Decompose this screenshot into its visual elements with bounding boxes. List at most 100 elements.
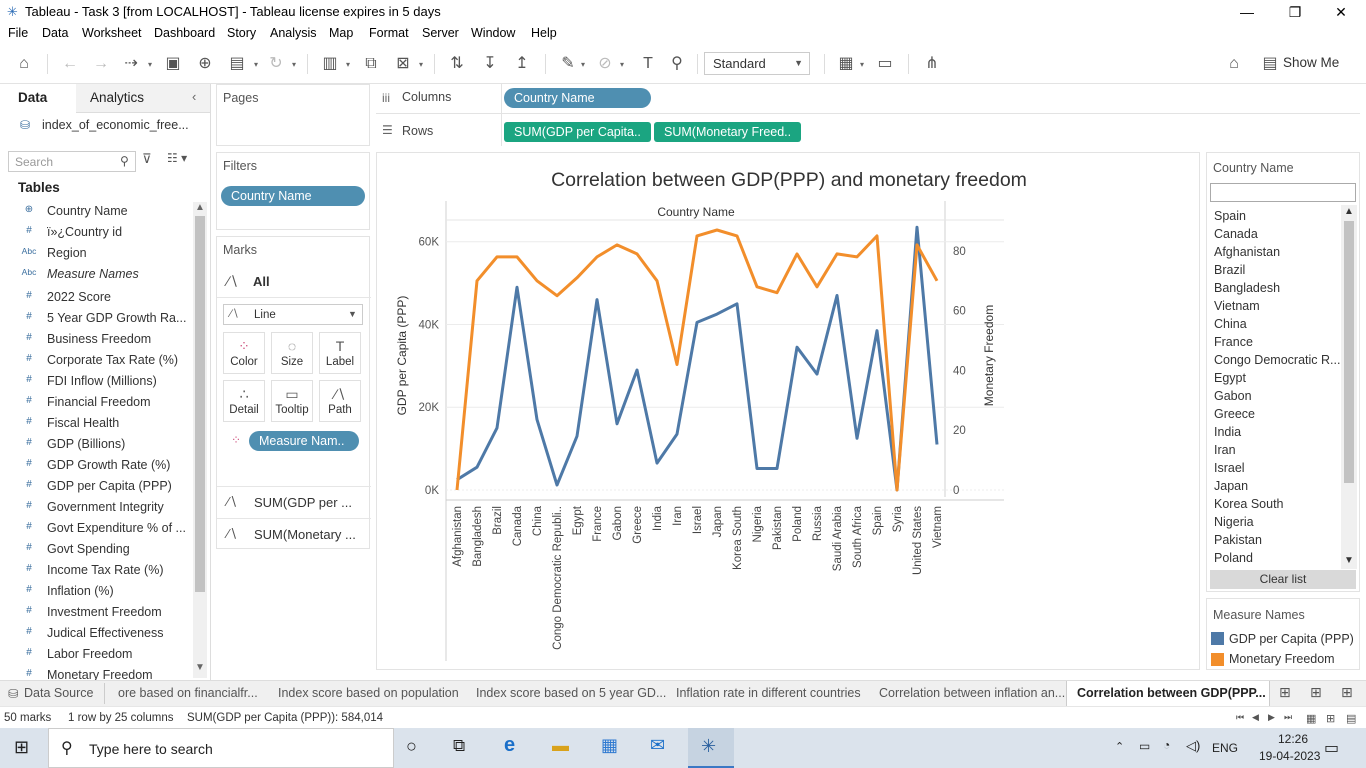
- country-list-item[interactable]: Afghanistan: [1214, 245, 1280, 259]
- pages-card[interactable]: Pages: [216, 84, 370, 146]
- home-icon[interactable]: ⌂: [12, 53, 36, 75]
- country-list-item[interactable]: Vietnam: [1214, 299, 1260, 313]
- filters-card[interactable]: Filters Country Name: [216, 152, 370, 230]
- new-story-tab-icon[interactable]: ⊞: [1341, 684, 1353, 701]
- menu-file[interactable]: File: [8, 26, 28, 40]
- marks-card-monetary[interactable]: SUM(Monetary ...: [254, 527, 356, 542]
- detail-button[interactable]: ∴ Detail: [223, 380, 265, 422]
- rows-shelf[interactable]: ☰ Rows SUM(GDP per Capita.. SUM(Monetary…: [376, 114, 1360, 146]
- sort-ascending-icon[interactable]: ↧: [478, 53, 502, 75]
- field-item[interactable]: # Govt Spending: [0, 539, 190, 560]
- field-item[interactable]: #2022 Score: [0, 287, 190, 308]
- field-item[interactable]: Abc Region: [0, 243, 190, 264]
- collapse-pane-icon[interactable]: ‹: [192, 89, 196, 104]
- highlight-dropdown-icon[interactable]: ▾: [581, 60, 589, 69]
- country-filter-search[interactable]: [1210, 183, 1356, 202]
- sheet-tab[interactable]: Index score based on population: [278, 686, 459, 700]
- fix-axes-icon[interactable]: ⚲: [665, 53, 689, 75]
- sheet-tab[interactable]: ore based on financialfr...: [118, 686, 258, 700]
- show-cards-dropdown-icon[interactable]: ▾: [860, 60, 868, 69]
- field-item[interactable]: # FDI Inflow (Millions): [0, 371, 190, 392]
- tooltip-button[interactable]: ▭ Tooltip: [271, 380, 313, 422]
- field-item[interactable]: # Income Tax Rate (%): [0, 560, 190, 581]
- datasource-name[interactable]: index_of_economic_free...: [42, 118, 189, 132]
- mail-icon[interactable]: ✉: [650, 735, 665, 756]
- columns-shelf[interactable]: iii Columns Country Name: [376, 84, 1360, 114]
- color-pill-measure-names[interactable]: Measure Nam..: [249, 431, 359, 451]
- field-item[interactable]: # GDP per Capita (PPP): [0, 476, 190, 497]
- view-list-icon[interactable]: ☷ ▾: [167, 151, 187, 165]
- undo-icon[interactable]: ←: [58, 53, 82, 75]
- redo-icon[interactable]: →: [89, 53, 113, 75]
- sheet-tab[interactable]: Index score based on 5 year GD...: [476, 686, 666, 700]
- data-source-tab[interactable]: Data Source: [24, 686, 93, 700]
- rows-pill-gdp[interactable]: SUM(GDP per Capita..: [504, 122, 651, 142]
- show-tabs-icon[interactable]: ▦: [1306, 712, 1316, 725]
- country-list-item[interactable]: Egypt: [1214, 371, 1246, 385]
- close-button[interactable]: ✕: [1318, 2, 1364, 22]
- country-list-item[interactable]: Korea South: [1214, 497, 1284, 511]
- volume-icon[interactable]: ◁): [1186, 738, 1200, 754]
- show-labels-icon[interactable]: T: [636, 53, 660, 75]
- field-item[interactable]: # GDP Growth Rate (%): [0, 455, 190, 476]
- store-icon[interactable]: ▦: [601, 735, 618, 756]
- field-item[interactable]: # Investment Freedom: [0, 602, 190, 623]
- country-list-item[interactable]: France: [1214, 335, 1253, 349]
- tableau-taskbar-button[interactable]: ✳: [688, 728, 734, 768]
- field-item[interactable]: # Inflation (%): [0, 581, 190, 602]
- menu-format[interactable]: Format: [369, 26, 409, 40]
- save-icon[interactable]: ▣: [161, 53, 185, 75]
- country-list-item[interactable]: Japan: [1214, 479, 1248, 493]
- country-list-item[interactable]: Iran: [1214, 443, 1236, 457]
- field-item[interactable]: # Government Integrity: [0, 497, 190, 518]
- tabs-list-icon[interactable]: ▤: [1346, 712, 1356, 725]
- duplicate-sheet-icon[interactable]: ⧉: [359, 53, 383, 75]
- fields-scrollbar[interactable]: ▲ ▼: [193, 202, 207, 678]
- country-list-item[interactable]: Nigeria: [1214, 515, 1254, 529]
- legend-item-monetary[interactable]: Monetary Freedom: [1229, 652, 1335, 666]
- menu-data[interactable]: Data: [42, 26, 68, 40]
- task-view-icon[interactable]: ⧉: [453, 736, 465, 756]
- show-me-icon[interactable]: ▤: [1258, 53, 1282, 75]
- menu-window[interactable]: Window: [471, 26, 515, 40]
- nav-next-icon[interactable]: ▶: [1268, 712, 1275, 723]
- field-item[interactable]: # Fiscal Health: [0, 413, 190, 434]
- columns-pill-country-name[interactable]: Country Name: [504, 88, 651, 108]
- field-item[interactable]: # GDP (Billions): [0, 434, 190, 455]
- tab-data[interactable]: Data: [0, 84, 76, 113]
- new-dashboard-tab-icon[interactable]: ⊞: [1310, 684, 1322, 701]
- show-cards-icon[interactable]: ▦: [834, 53, 858, 75]
- menu-story[interactable]: Story: [227, 26, 256, 40]
- format-painter-icon[interactable]: ⌂: [1222, 53, 1246, 75]
- field-item[interactable]: # Corporate Tax Rate (%): [0, 350, 190, 371]
- new-worksheet-dropdown-icon[interactable]: ▾: [346, 60, 354, 69]
- fit-select[interactable]: Standard ▼: [704, 52, 810, 75]
- menu-map[interactable]: Map: [329, 26, 353, 40]
- nav-first-icon[interactable]: ⏮: [1236, 712, 1244, 723]
- label-button[interactable]: T Label: [319, 332, 361, 374]
- show-me-button[interactable]: Show Me: [1283, 55, 1339, 70]
- menu-analysis[interactable]: Analysis: [270, 26, 317, 40]
- group-dropdown-icon[interactable]: ▾: [620, 60, 628, 69]
- country-list-item[interactable]: Poland: [1214, 551, 1253, 565]
- swap-rows-columns-icon[interactable]: ⇅: [445, 53, 469, 75]
- sheet-tab[interactable]: Inflation rate in different countries: [676, 686, 861, 700]
- clear-dropdown-icon[interactable]: ▾: [419, 60, 427, 69]
- battery-icon[interactable]: ▭: [1139, 739, 1150, 753]
- sheet-tab[interactable]: Correlation between inflation an...: [879, 686, 1065, 700]
- field-item[interactable]: # ï»¿Country id: [0, 222, 190, 243]
- country-list-item[interactable]: Israel: [1214, 461, 1245, 475]
- field-item[interactable]: # Financial Freedom: [0, 392, 190, 413]
- country-list-item[interactable]: Canada: [1214, 227, 1258, 241]
- nav-last-icon[interactable]: ⏭: [1284, 712, 1292, 723]
- mark-type-select[interactable]: ∕∖ Line ▼: [223, 304, 363, 325]
- clock-date[interactable]: 19-04-2023: [1259, 749, 1320, 763]
- field-item[interactable]: ⊕ Country Name: [0, 201, 190, 222]
- menu-dashboard[interactable]: Dashboard: [154, 26, 215, 40]
- country-list-item[interactable]: Brazil: [1214, 263, 1245, 277]
- language-indicator[interactable]: ENG: [1212, 741, 1238, 755]
- field-item[interactable]: # Labor Freedom: [0, 644, 190, 665]
- replay-dropdown-icon[interactable]: ▾: [148, 60, 156, 69]
- sort-descending-icon[interactable]: ↥: [510, 53, 534, 75]
- field-item[interactable]: # Govt Expenditure % of ...: [0, 518, 190, 539]
